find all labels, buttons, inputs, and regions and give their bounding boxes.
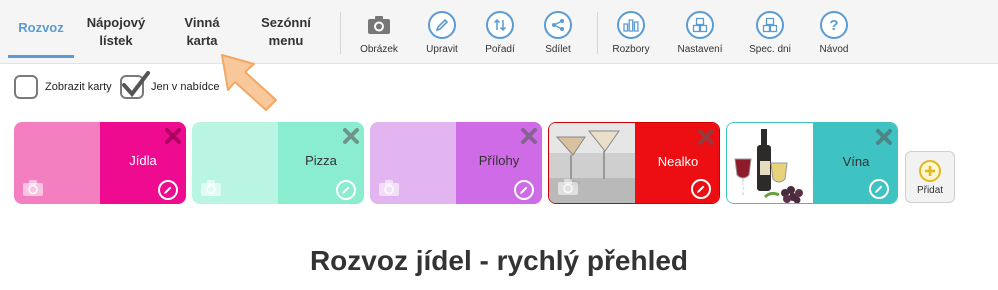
card-image-placeholder[interactable] bbox=[14, 122, 100, 204]
camera-icon[interactable] bbox=[22, 179, 44, 197]
analytics-button[interactable]: Rozbory bbox=[596, 10, 666, 60]
edit-icon[interactable] bbox=[869, 179, 889, 199]
edit-icon[interactable] bbox=[514, 180, 534, 200]
tool-label: Sdílet bbox=[545, 44, 571, 55]
reorder-icon bbox=[486, 11, 514, 39]
only-offered-checkbox[interactable] bbox=[120, 71, 150, 99]
plus-icon bbox=[919, 160, 941, 182]
help-icon: ? bbox=[820, 11, 848, 39]
card-title-area[interactable]: Nealko bbox=[635, 123, 719, 203]
camera-icon[interactable] bbox=[200, 179, 222, 197]
delete-icon[interactable] bbox=[697, 128, 715, 146]
page-title: Rozvoz jídel - rychlý přehled bbox=[309, 245, 689, 276]
camera-icon[interactable] bbox=[735, 178, 757, 196]
tab-label: Rozvoz bbox=[18, 19, 64, 35]
card-name: Jídla bbox=[129, 153, 157, 168]
tool-label: Návod bbox=[819, 44, 849, 55]
card-name: Vína bbox=[842, 154, 870, 169]
category-card[interactable]: Vína bbox=[726, 122, 898, 204]
cocktail-glass-image[interactable] bbox=[549, 123, 635, 203]
category-card[interactable]: Pizza bbox=[192, 122, 364, 204]
delete-icon[interactable] bbox=[875, 128, 893, 146]
wine-bottle-grapes-image[interactable] bbox=[727, 123, 813, 203]
delete-icon[interactable] bbox=[520, 127, 538, 145]
card-title-area[interactable]: Vína bbox=[813, 123, 897, 203]
camera-icon[interactable] bbox=[378, 179, 400, 197]
category-card[interactable]: Nealko bbox=[548, 122, 720, 204]
only-offered-label: Jen v nabídce bbox=[151, 81, 220, 93]
delete-icon[interactable] bbox=[164, 127, 182, 145]
category-card[interactable]: Jídla bbox=[14, 122, 186, 204]
settings-boxes-icon bbox=[686, 11, 714, 39]
tab-label: Sezónní menu bbox=[261, 15, 311, 48]
tool-label: Obrázek bbox=[360, 44, 398, 55]
toolbar-divider bbox=[340, 12, 341, 54]
card-title-area[interactable]: Jídla bbox=[100, 122, 186, 204]
tool-label: Rozbory bbox=[612, 44, 650, 55]
camera-icon[interactable] bbox=[557, 178, 579, 196]
delete-icon[interactable] bbox=[342, 127, 360, 145]
tool-label: Spec. dni bbox=[749, 44, 791, 55]
show-cards-label: Zobrazit karty bbox=[45, 81, 112, 93]
tab-napojovy-listek[interactable]: Nápojový lístek bbox=[78, 0, 154, 64]
tool-label: Nastavení bbox=[677, 44, 723, 55]
card-title-area[interactable]: Přílohy bbox=[456, 122, 542, 204]
help-button[interactable]: ? Návod bbox=[799, 10, 869, 60]
add-category-button[interactable]: Přidat bbox=[905, 151, 955, 203]
tab-label: Vinná karta bbox=[184, 15, 220, 48]
show-cards-checkbox[interactable] bbox=[14, 75, 38, 99]
tab-rozvoz[interactable]: Rozvoz bbox=[8, 0, 74, 58]
pencil-icon bbox=[428, 11, 456, 39]
top-toolbar: Rozvoz Nápojový lístek Vinná karta Sezón… bbox=[0, 0, 998, 64]
card-image-placeholder[interactable] bbox=[370, 122, 456, 204]
image-button[interactable]: Obrázek bbox=[344, 10, 414, 60]
special-days-button[interactable]: Spec. dni bbox=[735, 10, 805, 60]
pointer-arrow-icon bbox=[221, 54, 277, 111]
chart-icon bbox=[617, 11, 645, 39]
edit-icon[interactable] bbox=[158, 180, 178, 200]
settings-button[interactable]: Nastavení bbox=[665, 10, 735, 60]
camera-icon bbox=[365, 11, 393, 39]
edit-icon[interactable] bbox=[691, 179, 711, 199]
share-icon bbox=[544, 11, 572, 39]
special-days-icon bbox=[756, 11, 784, 39]
tab-label: Nápojový lístek bbox=[86, 15, 146, 48]
card-image-placeholder[interactable] bbox=[192, 122, 278, 204]
edit-icon[interactable] bbox=[336, 180, 356, 200]
card-name: Pizza bbox=[305, 153, 337, 168]
add-label: Přidat bbox=[916, 185, 944, 196]
card-title-area[interactable]: Pizza bbox=[278, 122, 364, 204]
category-card[interactable]: Přílohy bbox=[370, 122, 542, 204]
share-button[interactable]: Sdílet bbox=[523, 10, 593, 60]
card-name: Přílohy bbox=[478, 153, 520, 168]
card-name: Nealko bbox=[657, 154, 699, 169]
only-offered-option[interactable]: Jen v nabídce bbox=[120, 71, 220, 100]
show-cards-option[interactable]: Zobrazit karty bbox=[14, 74, 112, 100]
checkmark-icon bbox=[122, 71, 150, 98]
